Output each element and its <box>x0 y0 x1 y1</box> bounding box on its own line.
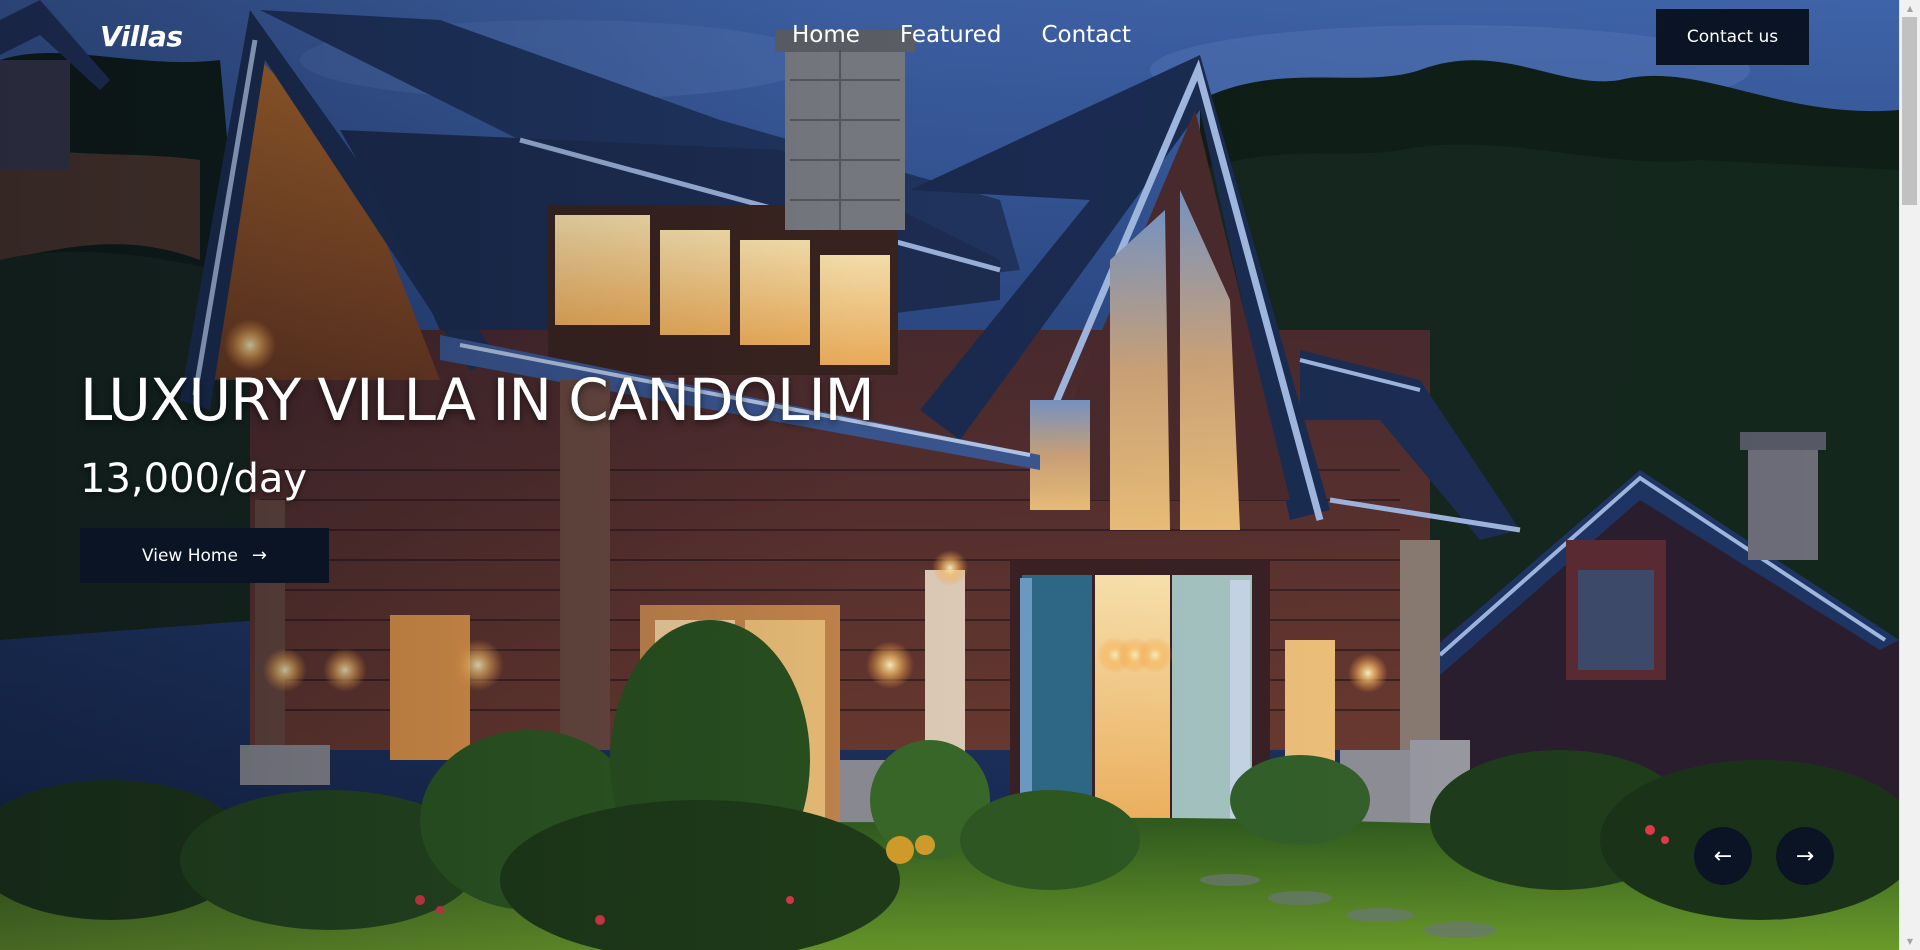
slider-prev-button[interactable]: ← <box>1694 827 1752 885</box>
arrow-right-icon: → <box>1795 843 1815 869</box>
brand-logo[interactable]: Villas <box>100 20 183 53</box>
hero-title: LUXURY VILLA IN CANDOLIM <box>80 366 875 434</box>
page-scrollbar[interactable]: ▲ ▼ <box>1899 0 1920 950</box>
scroll-up-icon[interactable]: ▲ <box>1900 0 1920 17</box>
scrollbar-thumb[interactable] <box>1902 17 1917 205</box>
nav-link-contact[interactable]: Contact <box>1041 22 1130 48</box>
arrow-right-icon: → <box>251 545 268 566</box>
nav-link-featured[interactable]: Featured <box>900 22 1002 48</box>
slider-next-button[interactable]: → <box>1776 827 1834 885</box>
contact-us-button[interactable]: Contact us <box>1656 9 1809 65</box>
hero-price: 13,000/day <box>80 456 308 502</box>
scroll-down-icon[interactable]: ▼ <box>1900 933 1920 950</box>
main-nav: Home Featured Contact <box>792 22 1131 48</box>
arrow-left-icon: ← <box>1713 843 1733 869</box>
nav-link-home[interactable]: Home <box>792 22 860 48</box>
view-home-label: View Home <box>141 545 238 566</box>
page: Villas Home Featured Contact Contact us … <box>0 0 1920 950</box>
view-home-button[interactable]: View Home → <box>80 528 329 583</box>
